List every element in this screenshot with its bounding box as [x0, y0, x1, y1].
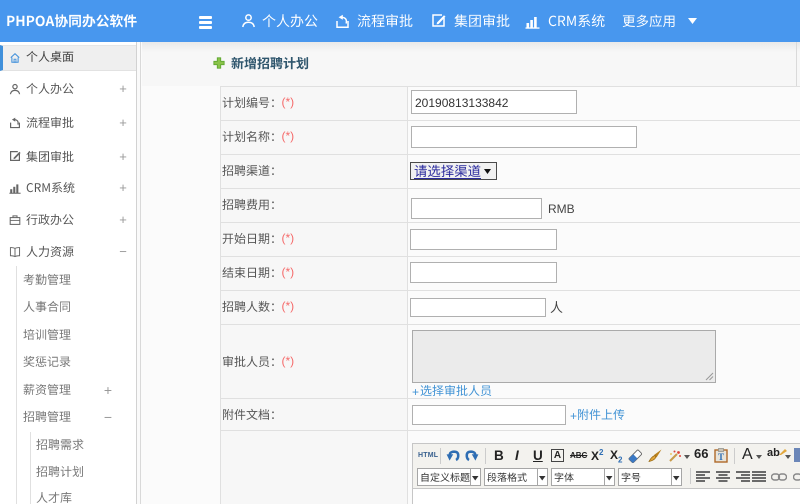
svg-text:T: T — [718, 452, 724, 462]
